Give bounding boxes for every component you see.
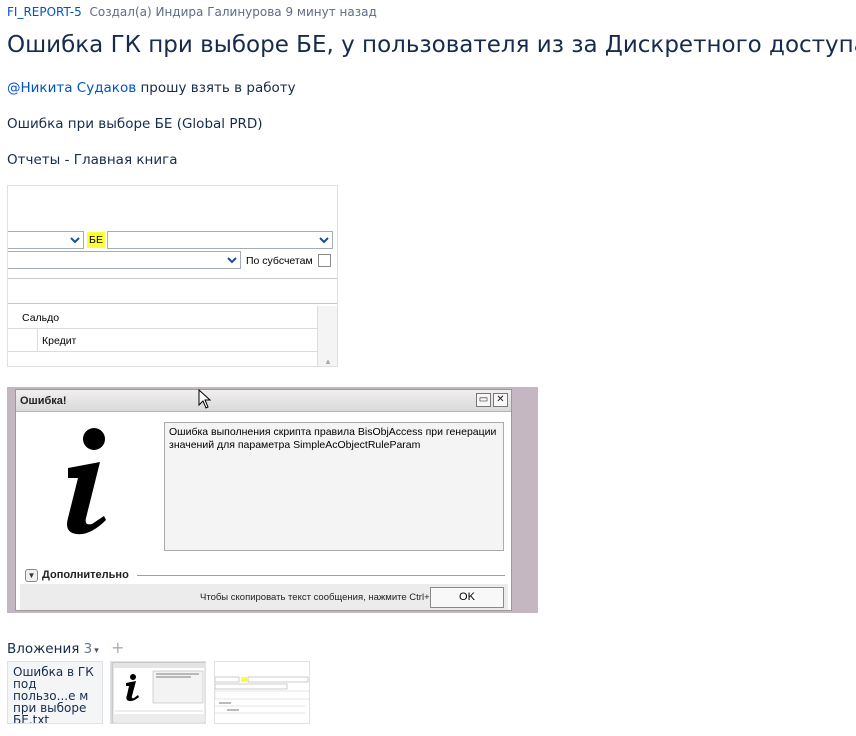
- close-icon: ✕: [493, 393, 508, 407]
- mouse-cursor-icon: [198, 389, 212, 409]
- more-details-row: ▼ Дополнительно: [25, 569, 505, 583]
- be-dropdown: [107, 231, 333, 249]
- row-label-saldo: Сальдо: [22, 312, 60, 324]
- divider: [137, 575, 505, 576]
- dialog-preview-image: [111, 662, 205, 723]
- user-mention-link[interactable]: @Никита Судаков: [7, 80, 136, 96]
- subaccounts-checkbox: [318, 254, 331, 267]
- chevron-down-icon: [67, 232, 83, 248]
- first-dropdown: [8, 231, 84, 249]
- embedded-form-screenshot[interactable]: БЕ По субсчетам Сальдо Кредит ▲: [7, 185, 338, 367]
- attachment-thumbnail-dialog[interactable]: [110, 661, 206, 724]
- empty-field-box: [8, 278, 337, 304]
- restore-icon: ▭: [476, 393, 491, 407]
- dialog-footer: Чтобы скопировать текст сообщения, нажми…: [20, 584, 508, 610]
- attachments-count: 3: [83, 641, 93, 657]
- error-message-box: Ошибка выполнения скрипта правила BisObj…: [164, 422, 504, 551]
- description-line-1: @Никита Судаков прошу взять в работу: [7, 80, 296, 96]
- row-label-credit: Кредит: [42, 335, 77, 347]
- attachments-label: Вложения: [7, 641, 80, 657]
- description-line-2: Ошибка при выборе БЕ (Global PRD): [7, 116, 263, 132]
- mention-text: прошу взять в работу: [136, 80, 296, 96]
- chevron-down-icon[interactable]: ▾: [94, 646, 99, 656]
- more-details-label: Дополнительно: [42, 569, 131, 581]
- second-dropdown: [8, 251, 241, 269]
- form-preview-image: [215, 662, 309, 723]
- created-by-text: Создал(а) Индира Галинурова 9 минут наза…: [89, 5, 377, 19]
- attachment-thumbnail-txt[interactable]: Ошибка в ГК под пользо...е м при выборе …: [7, 661, 103, 724]
- dialog-titlebar: Ошибка! ▭ ✕: [16, 390, 511, 412]
- info-icon: [67, 428, 106, 535]
- scroll-up-icon: ▲: [324, 357, 332, 366]
- ok-button: OK: [430, 587, 504, 608]
- scrollbar: ▲: [317, 306, 337, 366]
- attachment-thumbnail-form[interactable]: [214, 661, 310, 724]
- expand-toggle-icon: ▼: [25, 569, 38, 582]
- table-row: Сальдо: [8, 306, 317, 329]
- chevron-down-icon: [224, 252, 240, 268]
- embedded-error-screenshot[interactable]: Ошибка! ▭ ✕ Ошибка выполнения скрипта пр…: [7, 387, 538, 613]
- issue-key-link[interactable]: FI_REPORT-5: [7, 5, 82, 19]
- dialog-title: Ошибка!: [20, 395, 67, 407]
- description-line-3: Отчеты - Главная книга: [7, 152, 178, 168]
- row-indent-cell: [8, 329, 38, 351]
- copy-hint: Чтобы скопировать текст сообщения, нажми…: [200, 592, 437, 603]
- add-icon[interactable]: +: [111, 638, 124, 657]
- issue-title[interactable]: Ошибка ГК при выборе БЕ, у пользователя …: [7, 32, 856, 58]
- error-dialog: Ошибка! ▭ ✕ Ошибка выполнения скрипта пр…: [15, 389, 512, 611]
- attachments-header[interactable]: Вложения 3 ▾ +: [7, 638, 124, 657]
- subaccounts-label: По субсчетам: [246, 255, 313, 267]
- table-row: Кредит: [8, 329, 317, 352]
- be-label: БЕ: [87, 232, 105, 248]
- chevron-down-icon: [316, 232, 332, 248]
- issue-meta: FI_REPORT-5 Создал(а) Индира Галинурова …: [7, 5, 377, 19]
